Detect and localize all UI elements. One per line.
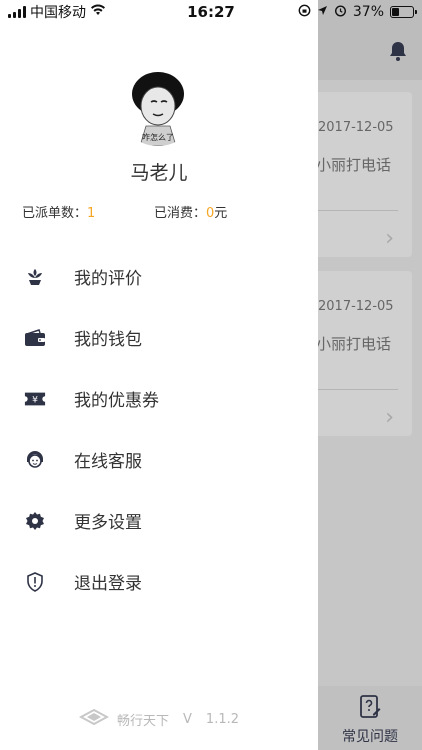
shield-exclamation-icon [24,571,46,593]
menu-item-label: 我的评价 [74,269,142,289]
spent-label: 已消费： [154,206,207,221]
battery-percent: 37% [352,4,384,20]
menu-item-customer-service[interactable]: 在线客服 [0,429,318,490]
wifi-icon [90,4,106,20]
tab-faq-label: 常见问题 [342,729,398,745]
avatar-caption: 咋怎么了 [142,132,174,142]
battery-icon [390,6,417,18]
coupon-icon: ¥ [24,388,46,410]
menu-item-label: 退出登录 [74,574,142,594]
side-drawer: 咋怎么了 马老儿 已派单数：1 已消费：0元 我的评价 我的钱包 ¥ 我的优惠券… [0,0,318,750]
menu-item-label: 更多设置 [74,513,142,533]
alarm-icon [334,4,347,21]
avatar[interactable]: 咋怎么了 [118,66,198,146]
customer-service-icon [24,449,46,471]
card-divider [314,389,398,390]
carrier-name: 中国移动 [30,5,86,21]
version-prefix: V [183,711,192,727]
menu-item-settings[interactable]: 更多设置 [0,490,318,551]
app-footer: 畅行天下 V 1.1.2 [0,708,318,730]
user-name: 马老儿 [130,162,188,184]
app-version: 1.1.2 [205,711,239,727]
order-text: 小丽打电话 [316,335,392,353]
status-bar: 中国移动 16:27 37% [0,0,422,24]
chevron-right-icon[interactable]: › [385,226,394,251]
rotation-lock-icon [298,4,311,21]
menu-item-logout[interactable]: 退出登录 [0,551,318,612]
gear-icon [24,510,46,532]
spent-unit: 元 [214,206,228,221]
chevron-right-icon[interactable]: › [385,405,394,430]
menu-item-wallet[interactable]: 我的钱包 [0,307,318,368]
signal-icon [8,6,26,18]
flower-icon [24,266,46,288]
wallet-icon [24,327,46,349]
card-divider [314,210,398,211]
bell-icon[interactable] [388,40,408,62]
menu-item-label: 在线客服 [74,452,142,472]
svg-text:¥: ¥ [32,394,38,405]
question-doc-icon [318,694,422,724]
brand-logo-icon [78,708,110,730]
order-text: 小丽打电话 [316,156,392,174]
dispatched-count-value: 1 [87,206,96,221]
brand-name: 畅行天下 [117,713,170,729]
menu-item-label: 我的钱包 [74,330,142,350]
menu-item-label: 我的优惠券 [74,391,159,411]
dispatched-count-label: 已派单数： [22,206,88,221]
menu-item-reviews[interactable]: 我的评价 [0,246,318,307]
menu-item-coupons[interactable]: ¥ 我的优惠券 [0,368,318,429]
drawer-menu: 我的评价 我的钱包 ¥ 我的优惠券 在线客服 更多设置 退出登录 [0,246,318,612]
order-date: 2017-12-05 [318,299,394,314]
order-date: 2017-12-05 [318,120,394,135]
tab-faq[interactable]: 常见问题 [318,686,422,750]
location-icon [317,4,328,20]
